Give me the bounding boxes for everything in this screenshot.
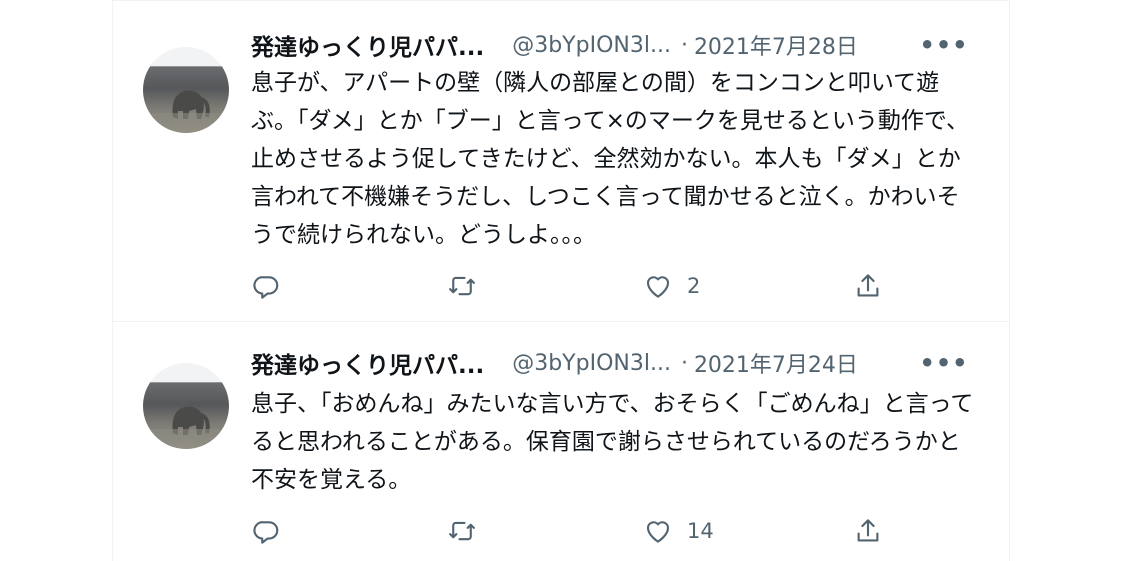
- share-button[interactable]: [853, 266, 883, 306]
- share-button[interactable]: [853, 511, 883, 551]
- retweet-button[interactable]: [447, 266, 477, 306]
- heart-icon: [646, 521, 670, 543]
- user-handle[interactable]: @3bYpION3l...: [512, 351, 671, 376]
- user-handle[interactable]: @3bYpION3l...: [512, 33, 671, 58]
- tweet-text: 息子が、アパートの壁（隣人の部屋との間）をコンコンと叩いて遊ぶ。「ダメ」とか「ブ…: [251, 70, 970, 248]
- heart-icon: [646, 276, 670, 298]
- tweet-actions: 14: [251, 511, 991, 551]
- retweet-icon: [449, 521, 475, 541]
- display-name[interactable]: 発達ゆっくり児パパ...: [251, 28, 484, 62]
- reply-icon: [253, 276, 279, 299]
- reply-button[interactable]: [251, 266, 281, 306]
- like-count: 2: [687, 274, 701, 298]
- tweet-date[interactable]: 2021年7月28日: [694, 29, 858, 61]
- like-button[interactable]: 2: [643, 266, 700, 306]
- tweet-date[interactable]: 2021年7月24日: [694, 347, 858, 379]
- separator: ·: [680, 32, 688, 58]
- tweet[interactable]: 発達ゆっくり児パパ... @3bYpION3l... · 2021年7月24日 …: [113, 323, 1009, 561]
- tweet-actions: 2: [251, 266, 991, 306]
- reply-icon: [253, 521, 279, 544]
- share-icon: [857, 274, 879, 297]
- more-icon[interactable]: •••: [919, 349, 967, 377]
- tweet-header: 発達ゆっくり児パパ... @3bYpION3l... · 2021年7月24日 …: [251, 343, 991, 383]
- elephant-icon: [143, 406, 229, 449]
- retweet-button[interactable]: [447, 511, 477, 551]
- reply-button[interactable]: [251, 511, 281, 551]
- like-count: 14: [687, 519, 714, 543]
- timeline: 発達ゆっくり児パパ... @3bYpION3l... · 2021年7月28日 …: [112, 0, 1010, 561]
- display-name[interactable]: 発達ゆっくり児パパ...: [251, 346, 484, 380]
- tweet-text: 息子、「おめんね」みたいな言い方で、おそらく「ごめんね」と言ってると思われること…: [251, 391, 974, 493]
- tweet-header: 発達ゆっくり児パパ... @3bYpION3l... · 2021年7月28日 …: [251, 25, 991, 65]
- more-icon[interactable]: •••: [919, 31, 967, 59]
- elephant-icon: [143, 90, 229, 133]
- avatar[interactable]: [143, 363, 229, 449]
- separator: ·: [680, 350, 688, 376]
- like-button[interactable]: 14: [643, 511, 714, 551]
- tweet[interactable]: 発達ゆっくり児パパ... @3bYpION3l... · 2021年7月28日 …: [113, 0, 1009, 322]
- avatar[interactable]: [143, 47, 229, 133]
- share-icon: [857, 519, 879, 542]
- retweet-icon: [449, 276, 475, 296]
